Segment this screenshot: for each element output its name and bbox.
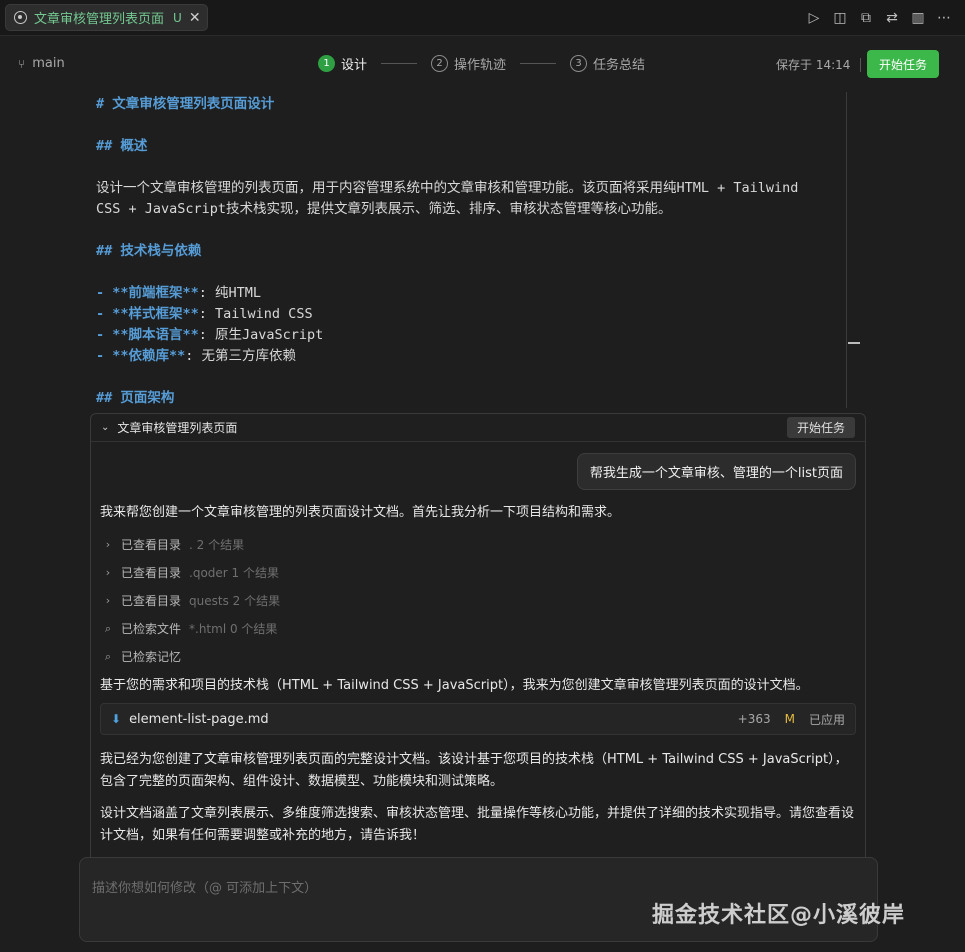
chat-start-task-button[interactable]: 开始任务 — [786, 417, 855, 438]
list-item: - **依赖库**: 无第三方库依赖 — [96, 348, 297, 364]
editor-scrollbar[interactable] — [846, 92, 847, 408]
chat-panel: ⌄ 文章审核管理列表页面 开始任务 帮我生成一个文章审核、管理的一个list页面… — [90, 413, 866, 873]
chat-title: 文章审核管理列表页面 — [117, 421, 238, 435]
tool-label: 已查看目录 — [121, 594, 182, 608]
branch-indicator[interactable]: ⑂ main — [18, 56, 65, 71]
tool-detail: . 2 个结果 — [189, 538, 245, 552]
step-label: 设计 — [341, 58, 368, 73]
file-type-icon — [14, 11, 27, 24]
git-branch-icon: ⑂ — [18, 56, 26, 71]
editor-tab[interactable]: 文章审核管理列表页面 U ✕ — [5, 4, 208, 31]
git-status-badge: U — [173, 10, 182, 25]
assistant-message: 我来帮您创建一个文章审核管理的列表页面设计文档。首先让我分析一下项目结构和需求。 — [100, 505, 621, 520]
chevron-right-icon: › — [105, 538, 111, 551]
markdown-file-icon: ⬇ — [111, 712, 122, 726]
scroll-position-marker — [848, 342, 860, 344]
step-label: 任务总结 — [593, 58, 646, 73]
step-divider — [381, 63, 418, 64]
list-item: - **脚本语言**: 原生JavaScript — [96, 327, 324, 343]
search-icon: ⌕ — [104, 621, 112, 635]
start-task-button[interactable]: 开始任务 — [867, 50, 939, 78]
tool-detail: quests 2 个结果 — [189, 594, 281, 608]
chat-header[interactable]: ⌄ 文章审核管理列表页面 开始任务 — [91, 414, 865, 442]
branch-name: main — [32, 56, 65, 71]
more-icon[interactable]: ⋯ — [937, 10, 951, 26]
chevron-right-icon: › — [105, 594, 111, 607]
step-trace[interactable]: 2 操作轨迹 — [431, 54, 506, 73]
tool-label: 已查看目录 — [121, 538, 182, 552]
tool-step: ⌕ 已检索文件 *.html 0 个结果 — [103, 620, 278, 637]
step-label: 操作轨迹 — [454, 58, 507, 73]
tool-step[interactable]: › 已查看目录 . 2 个结果 — [103, 536, 244, 553]
step-bar: ⑂ main 1 设计 2 操作轨迹 3 任务总结 保存于 14:14 开始任务 — [0, 36, 965, 92]
editor-toolbar: ▷ ◫ ⧉ ⇄ ▥ ⋯ — [807, 0, 951, 36]
assistant-message: 设计文档涵盖了文章列表展示、多维度筛选搜索、审核状态管理、批量操作等核心功能，并… — [100, 806, 855, 843]
step-number: 1 — [318, 55, 335, 72]
markdown-editor[interactable]: # 文章审核管理列表页面设计 ## 概述 设计一个文章审核管理的列表页面，用于内… — [0, 92, 965, 410]
chevron-right-icon: › — [105, 566, 111, 579]
chevron-down-icon[interactable]: ⌄ — [101, 422, 109, 433]
split-icon[interactable]: ▥ — [911, 10, 925, 26]
save-status: 保存于 14:14 — [776, 56, 862, 73]
list-item: - **前端框架**: 纯HTML — [96, 285, 262, 301]
tool-label: 已检索文件 — [121, 622, 182, 636]
tab-title: 文章审核管理列表页面 — [34, 12, 165, 27]
divider — [860, 57, 862, 72]
save-time: 保存于 14:14 — [776, 58, 851, 72]
tool-step: ⌕ 已检索记忆 — [103, 648, 189, 665]
user-message: 帮我生成一个文章审核、管理的一个list页面 — [576, 453, 856, 490]
input-placeholder: 描述你想如何修改（@ 可添加上下文） — [92, 881, 318, 896]
step-number: 2 — [431, 55, 449, 72]
heading-line: # 文章审核管理列表页面设计 — [96, 96, 275, 112]
applied-status: 已应用 — [808, 712, 845, 727]
tool-label: 已检索记忆 — [121, 650, 182, 664]
file-change-card[interactable]: ⬇ element-list-page.md +363 M 已应用 — [100, 703, 856, 735]
step-summary[interactable]: 3 任务总结 — [570, 54, 645, 73]
play-icon[interactable]: ▷ — [807, 10, 821, 26]
list-item: - **样式框架**: Tailwind CSS — [96, 306, 313, 322]
diff-icon[interactable]: ⇄ — [885, 10, 899, 26]
assistant-message: 基于您的需求和项目的技术栈（HTML + Tailwind CSS + Java… — [100, 678, 809, 693]
heading-line: ## 概述 — [96, 138, 148, 154]
search-icon: ⌕ — [104, 649, 112, 663]
step-progress: 1 设计 2 操作轨迹 3 任务总结 — [318, 54, 645, 73]
watermark: 掘金技术社区@小溪彼岸 — [652, 903, 906, 928]
heading-line: ## 页面架构 — [96, 390, 175, 406]
text-line: CSS + JavaScript技术栈实现，提供文章列表展示、筛选、排序、审核状… — [96, 201, 672, 217]
close-icon[interactable]: ✕ — [189, 10, 201, 26]
tool-detail: .qoder 1 个结果 — [189, 566, 279, 580]
assistant-message: 我已经为您创建了文章审核管理列表页面的完整设计文档。该设计基于您项目的技术栈（H… — [100, 752, 848, 789]
tool-step[interactable]: › 已查看目录 .qoder 1 个结果 — [103, 564, 279, 581]
heading-line: ## 技术栈与依赖 — [96, 243, 202, 259]
preview-icon[interactable]: ◫ — [833, 10, 847, 26]
tool-step[interactable]: › 已查看目录 quests 2 个结果 — [103, 592, 280, 609]
step-divider — [520, 63, 557, 64]
step-design[interactable]: 1 设计 — [318, 54, 367, 73]
file-name: element-list-page.md — [129, 711, 269, 727]
step-number: 3 — [570, 55, 588, 72]
modified-badge: M — [784, 712, 795, 726]
tool-detail: *.html 0 个结果 — [189, 622, 278, 636]
copy-icon[interactable]: ⧉ — [859, 10, 873, 26]
lines-added: +363 — [737, 712, 771, 726]
tool-label: 已查看目录 — [121, 566, 182, 580]
text-line: 设计一个文章审核管理的列表页面，用于内容管理系统中的文章审核和管理功能。该页面将… — [96, 180, 799, 196]
tab-bar: 文章审核管理列表页面 U ✕ ▷ ◫ ⧉ ⇄ ▥ ⋯ — [0, 0, 965, 36]
